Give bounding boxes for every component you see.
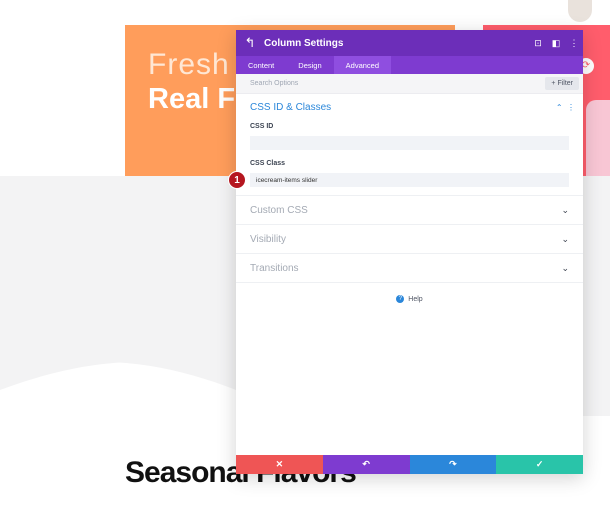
modal-title: Column Settings <box>264 37 344 49</box>
hero-title-line2: Real Fl <box>148 83 244 115</box>
undo-button[interactable]: ↶ <box>322 455 410 474</box>
css-id-label: CSS ID <box>250 123 274 130</box>
ice-cream-drip-image <box>586 100 610 176</box>
modal-footer: ✕ ↶ ↷ ✓ <box>236 455 583 474</box>
help-link[interactable]: ? Help <box>236 295 583 303</box>
step-badge: 1 <box>228 171 246 189</box>
section-title[interactable]: CSS ID & Classes <box>250 102 569 113</box>
tab-advanced[interactable]: Advanced <box>333 56 391 74</box>
section-label: Custom CSS <box>250 204 308 216</box>
chevron-up-icon[interactable]: ⌃ <box>556 103 563 112</box>
chevron-down-icon: ⌄ <box>561 204 569 215</box>
section-transitions[interactable]: Transitions ⌄ <box>236 254 583 283</box>
css-class-label: CSS Class <box>250 160 286 167</box>
column-settings-modal: ↰ Column Settings ⊡ ◧ ⋮ Content Design A… <box>228 30 583 474</box>
help-icon: ? <box>396 295 405 303</box>
section-controls: ⌃ ⋮ <box>556 103 575 112</box>
css-id-input[interactable] <box>250 136 569 150</box>
section-visibility[interactable]: Visibility ⌄ <box>236 225 583 254</box>
css-class-value: icecream-items slider <box>256 176 318 184</box>
modal-tabs: Content Design Advanced <box>236 56 583 74</box>
more-options-icon[interactable]: ⋮ <box>565 103 575 112</box>
chevron-down-icon: ⌄ <box>561 233 569 244</box>
filter-button[interactable]: + Filter <box>545 77 579 90</box>
more-options-icon[interactable]: ⋮ <box>565 38 583 49</box>
modal-header: ↰ Column Settings ⊡ ◧ ⋮ <box>236 30 583 56</box>
hero-title-line1: Fresh I <box>148 48 249 81</box>
back-arrow-icon[interactable]: ↰ <box>236 35 264 51</box>
section-label: Visibility <box>250 233 286 245</box>
redo-button[interactable]: ↷ <box>409 455 497 474</box>
ice-cream-image <box>568 0 592 22</box>
split-view-icon[interactable]: ◧ <box>547 38 565 49</box>
help-label: Help <box>408 295 423 303</box>
tab-design[interactable]: Design <box>286 56 333 74</box>
section-label: Transitions <box>250 262 299 274</box>
chevron-down-icon: ⌄ <box>561 262 569 273</box>
section-custom-css[interactable]: Custom CSS ⌄ <box>236 196 583 225</box>
search-bar: Search Options + Filter <box>236 74 583 94</box>
section-css-id-classes: CSS ID & Classes ⌃ ⋮ CSS ID CSS Class 1 … <box>228 94 583 196</box>
discard-button[interactable]: ✕ <box>236 455 323 474</box>
search-input[interactable]: Search Options <box>250 80 298 87</box>
save-button[interactable]: ✓ <box>496 455 583 474</box>
fullscreen-icon[interactable]: ⊡ <box>529 38 547 49</box>
tab-content[interactable]: Content <box>236 56 286 74</box>
css-class-input[interactable]: 1 icecream-items slider <box>228 171 569 189</box>
